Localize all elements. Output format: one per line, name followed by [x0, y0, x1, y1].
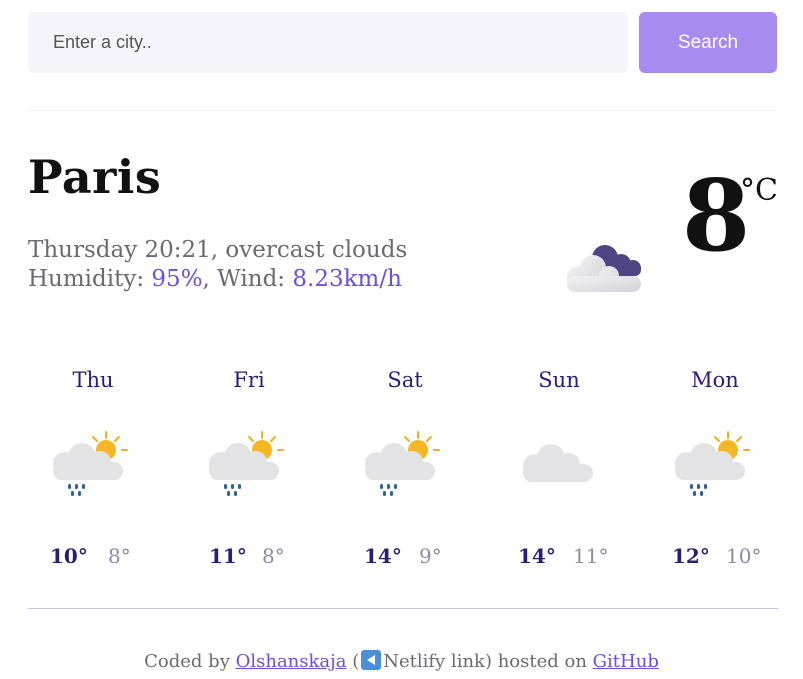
- search-form: Search: [28, 12, 777, 73]
- netlify-link-text: Netlify link: [383, 651, 485, 672]
- footer-paren-open: (: [352, 651, 360, 672]
- forecast-max-temp: 14°: [518, 544, 556, 568]
- city-name: Paris: [28, 150, 162, 204]
- current-details: Thursday 20:21, overcast clouds Humidity…: [28, 236, 407, 294]
- humidity-label: Humidity:: [28, 266, 145, 292]
- humidity-wind-line: Humidity: 95%, Wind: 8.23km/h: [28, 266, 402, 292]
- search-button[interactable]: Search: [639, 12, 777, 73]
- cloud-icon: [517, 430, 597, 502]
- sun-cloud-rain-icon: [207, 430, 287, 502]
- forecast-min-temp: 9°: [419, 544, 442, 568]
- forecast-day-name: Mon: [691, 368, 739, 392]
- forecast-day-fri: Fri 11° 8°: [184, 368, 314, 578]
- footer: Coded by Olshanskaja ( Netlify link) host…: [0, 650, 803, 672]
- sun-cloud-rain-icon: [673, 430, 753, 502]
- forecast-day-sat: Sat 14° 9°: [340, 368, 470, 578]
- footer-hosted-on: ) hosted on: [484, 651, 587, 672]
- date-description-line: Thursday 20:21, overcast clouds: [28, 237, 408, 263]
- temperature-unit-toggle[interactable]: °C: [740, 176, 778, 206]
- bottom-divider: [28, 608, 778, 609]
- forecast-min-temp: 8°: [108, 544, 131, 568]
- forecast-day-name: Thu: [72, 368, 114, 392]
- day-time: Thursday 20:21: [28, 237, 211, 263]
- forecast: Thu 10° 8° Fri 11° 8° Sat 14° 9° Sun 14°…: [28, 368, 777, 578]
- footer-coded-by: Coded by: [144, 651, 230, 672]
- city-search-input[interactable]: [28, 12, 628, 73]
- forecast-day-sun: Sun 14° 11°: [494, 368, 624, 578]
- author-link[interactable]: Olshanskaja: [236, 651, 347, 672]
- forecast-max-temp: 12°: [672, 544, 710, 568]
- back-arrow-icon: [361, 650, 382, 670]
- forecast-min-temp: 8°: [262, 544, 285, 568]
- forecast-day-thu: Thu 10° 8°: [28, 368, 158, 578]
- forecast-day-name: Sat: [387, 368, 423, 392]
- sun-cloud-rain-icon: [363, 430, 443, 502]
- forecast-min-temp: 11°: [573, 544, 609, 568]
- wind-label: Wind:: [217, 266, 286, 292]
- forecast-min-temp: 10°: [726, 544, 762, 568]
- forecast-day-mon: Mon 12° 10°: [650, 368, 780, 578]
- forecast-day-name: Sun: [538, 368, 580, 392]
- github-link[interactable]: GitHub: [593, 651, 659, 672]
- humidity-value: 95%: [151, 266, 203, 292]
- top-divider: [28, 110, 777, 111]
- overcast-clouds-icon: [565, 238, 645, 296]
- forecast-day-name: Fri: [233, 368, 265, 392]
- forecast-max-temp: 10°: [50, 544, 88, 568]
- wind-value: 8.23km/h: [292, 266, 402, 292]
- weather-description: overcast clouds: [225, 237, 408, 263]
- forecast-max-temp: 11°: [209, 544, 247, 568]
- forecast-max-temp: 14°: [364, 544, 402, 568]
- sun-cloud-rain-icon: [51, 430, 131, 502]
